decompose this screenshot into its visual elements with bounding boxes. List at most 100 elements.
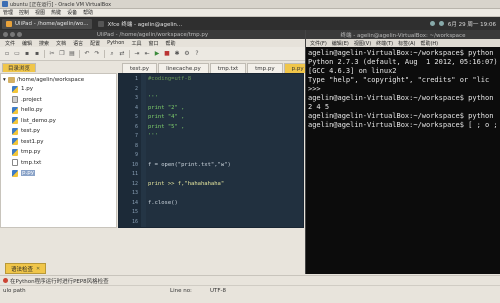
terminal-menu-item[interactable]: 标签(A) (398, 40, 415, 47)
code-line[interactable] (148, 209, 303, 219)
file-item[interactable]: hello.py (3, 105, 114, 116)
search-icon[interactable]: ⌕ (108, 50, 116, 58)
line-number: 15 (131, 209, 138, 215)
code-line[interactable] (148, 86, 303, 96)
code-editor[interactable]: 1 2 3 4 5 6 7 8 9 10 11 12 13 14 15 16 #coding=utf-8 '''… (118, 73, 304, 228)
terminal-line: [GCC 4.6.3] on linux2 (308, 67, 397, 75)
file-item[interactable]: list_demo.py (3, 116, 114, 127)
line-number: 10 (131, 161, 138, 168)
code-line[interactable]: #coding=utf-8 (148, 76, 303, 86)
taskbar-app-ulipad[interactable]: UliPad - /home/agelin/wo... (2, 18, 93, 29)
maximize-window-icon[interactable] (17, 32, 22, 37)
code-line[interactable]: ''' (148, 95, 303, 105)
tab-directory-browser[interactable]: 目录浏览 (2, 63, 37, 72)
paste-icon[interactable]: ▤ (68, 50, 76, 58)
line-number: 7 (134, 133, 138, 139)
toolbar-separator (104, 49, 105, 58)
file-item[interactable]: tmp.py (3, 147, 114, 158)
settings-icon[interactable]: ⚙ (183, 50, 191, 58)
copy-icon[interactable]: ❐ (58, 50, 66, 58)
status-path: ulo path (3, 287, 26, 294)
file-item[interactable]: p.py (3, 168, 114, 179)
network-icon[interactable] (429, 21, 435, 26)
menu-search[interactable]: 搜索 (39, 40, 49, 47)
menu-tools[interactable]: 工具 (131, 40, 141, 47)
code-line[interactable]: print "2" , (148, 105, 303, 115)
tray-clock[interactable]: 6月 29 周一 19:06 (448, 20, 496, 28)
guest-taskbar: UliPad - /home/agelin/wo... Xfce 终端 - ag… (0, 17, 500, 30)
menu-config[interactable]: 配置 (90, 40, 100, 47)
tab-tmp-txt[interactable]: tmp.txt (209, 63, 247, 73)
debug-icon[interactable]: ✱ (173, 50, 181, 58)
terminal-menu-item[interactable]: 帮助(H) (420, 40, 438, 47)
taskbar-app-terminal[interactable]: Xfce 终端 - agelin@agelin... (94, 19, 186, 29)
terminal-menu-item[interactable]: 终端(T) (376, 40, 393, 47)
redo-icon[interactable]: ↷ (93, 50, 101, 58)
file-item[interactable]: .project (3, 95, 114, 106)
line-number: 3 (134, 95, 138, 101)
line-number-gutter: 1 2 3 4 5 6 7 8 9 10 11 12 13 14 15 16 (119, 74, 141, 227)
toolbar-separator (129, 49, 130, 58)
terminal-app-icon (98, 20, 105, 27)
menu-language[interactable]: 语言 (73, 40, 83, 47)
vbox-menu-item[interactable]: 视图 (35, 9, 45, 16)
menu-document[interactable]: 文档 (56, 40, 66, 47)
tab-test-py[interactable]: test.py (122, 63, 158, 73)
vbox-menu-item[interactable]: 热键 (51, 9, 61, 16)
menu-file[interactable]: 文件 (5, 40, 15, 47)
code-line[interactable]: f.close() (148, 200, 303, 210)
close-window-icon[interactable] (3, 32, 8, 37)
code-line[interactable] (148, 152, 303, 162)
code-line[interactable]: ''' (148, 133, 303, 143)
cut-icon[interactable]: ✂ (48, 50, 56, 58)
menu-window[interactable]: 窗口 (148, 40, 158, 47)
code-line[interactable] (148, 143, 303, 153)
unindent-icon[interactable]: ⇤ (143, 50, 151, 58)
close-tab-icon[interactable]: ✕ (36, 266, 40, 272)
code-line[interactable] (148, 190, 303, 200)
vbox-menu-item[interactable]: 管理 (3, 9, 13, 16)
tab-linecache-py[interactable]: linecache.py (158, 63, 209, 73)
menu-python[interactable]: Python (107, 40, 124, 46)
minimize-window-icon[interactable] (10, 32, 15, 37)
code-line[interactable]: print >> f,"hahahahaha" (148, 181, 303, 191)
terminal-window: 终端 - agelin@agelin-VirtualBox: ~/workspa… (305, 30, 500, 274)
file-item[interactable]: 1.py (3, 84, 114, 95)
menu-edit[interactable]: 编辑 (22, 40, 32, 47)
terminal-menu-item[interactable]: 视图(V) (354, 40, 371, 47)
code-line[interactable]: print "5" , (148, 124, 303, 134)
tree-root[interactable]: ▾ /home/agelin/workspace (3, 76, 114, 84)
open-file-icon[interactable]: ▭ (13, 50, 21, 58)
vbox-menu-item[interactable]: 控制 (19, 9, 29, 16)
code-area[interactable]: #coding=utf-8 ''' print "2" , print "4" , pr… (146, 74, 303, 227)
file-item[interactable]: tmp.txt (3, 158, 114, 169)
volume-icon[interactable] (438, 21, 444, 26)
vbox-menu-item[interactable]: 设备 (67, 9, 77, 16)
menu-help[interactable]: 帮助 (165, 40, 175, 47)
collapse-icon[interactable]: ▾ (3, 77, 6, 83)
run-icon[interactable]: ▶ (153, 50, 161, 58)
help-icon[interactable]: ? (193, 50, 201, 58)
terminal-menu-item[interactable]: 编辑(E) (332, 40, 349, 47)
replace-icon[interactable]: ⇄ (118, 50, 126, 58)
ulipad-title: UliPad - /home/agelin/workspace/tmp.py (96, 31, 209, 38)
indent-icon[interactable]: ⇥ (133, 50, 141, 58)
save-all-icon[interactable]: ▪ (33, 50, 41, 58)
undo-icon[interactable]: ↶ (83, 50, 91, 58)
code-line[interactable]: print "4" , (148, 114, 303, 124)
stop-icon[interactable]: ■ (163, 50, 171, 58)
ulipad-app-icon (6, 20, 12, 27)
vbox-menu-item[interactable]: 帮助 (83, 9, 93, 16)
new-file-icon[interactable]: ▫ (3, 50, 11, 58)
save-icon[interactable]: ▪ (23, 50, 31, 58)
terminal-output[interactable]: agelin@agelin-VirtualBox:~/workspace$ py… (306, 47, 500, 132)
file-item[interactable]: test1.py (3, 137, 114, 148)
tab-tmp-py[interactable]: tmp.py (247, 63, 283, 73)
code-line[interactable]: f = open("print.txt","w") (148, 162, 303, 172)
tab-syntax-check[interactable]: 语法检查 ✕ (5, 263, 47, 274)
terminal-menu-item[interactable]: 文件(F) (310, 40, 327, 47)
file-item[interactable]: test.py (3, 126, 114, 137)
terminal-line: Type "help", "copyright", "credits" or "… (308, 76, 490, 84)
code-line[interactable] (148, 219, 303, 229)
code-line[interactable] (148, 171, 303, 181)
